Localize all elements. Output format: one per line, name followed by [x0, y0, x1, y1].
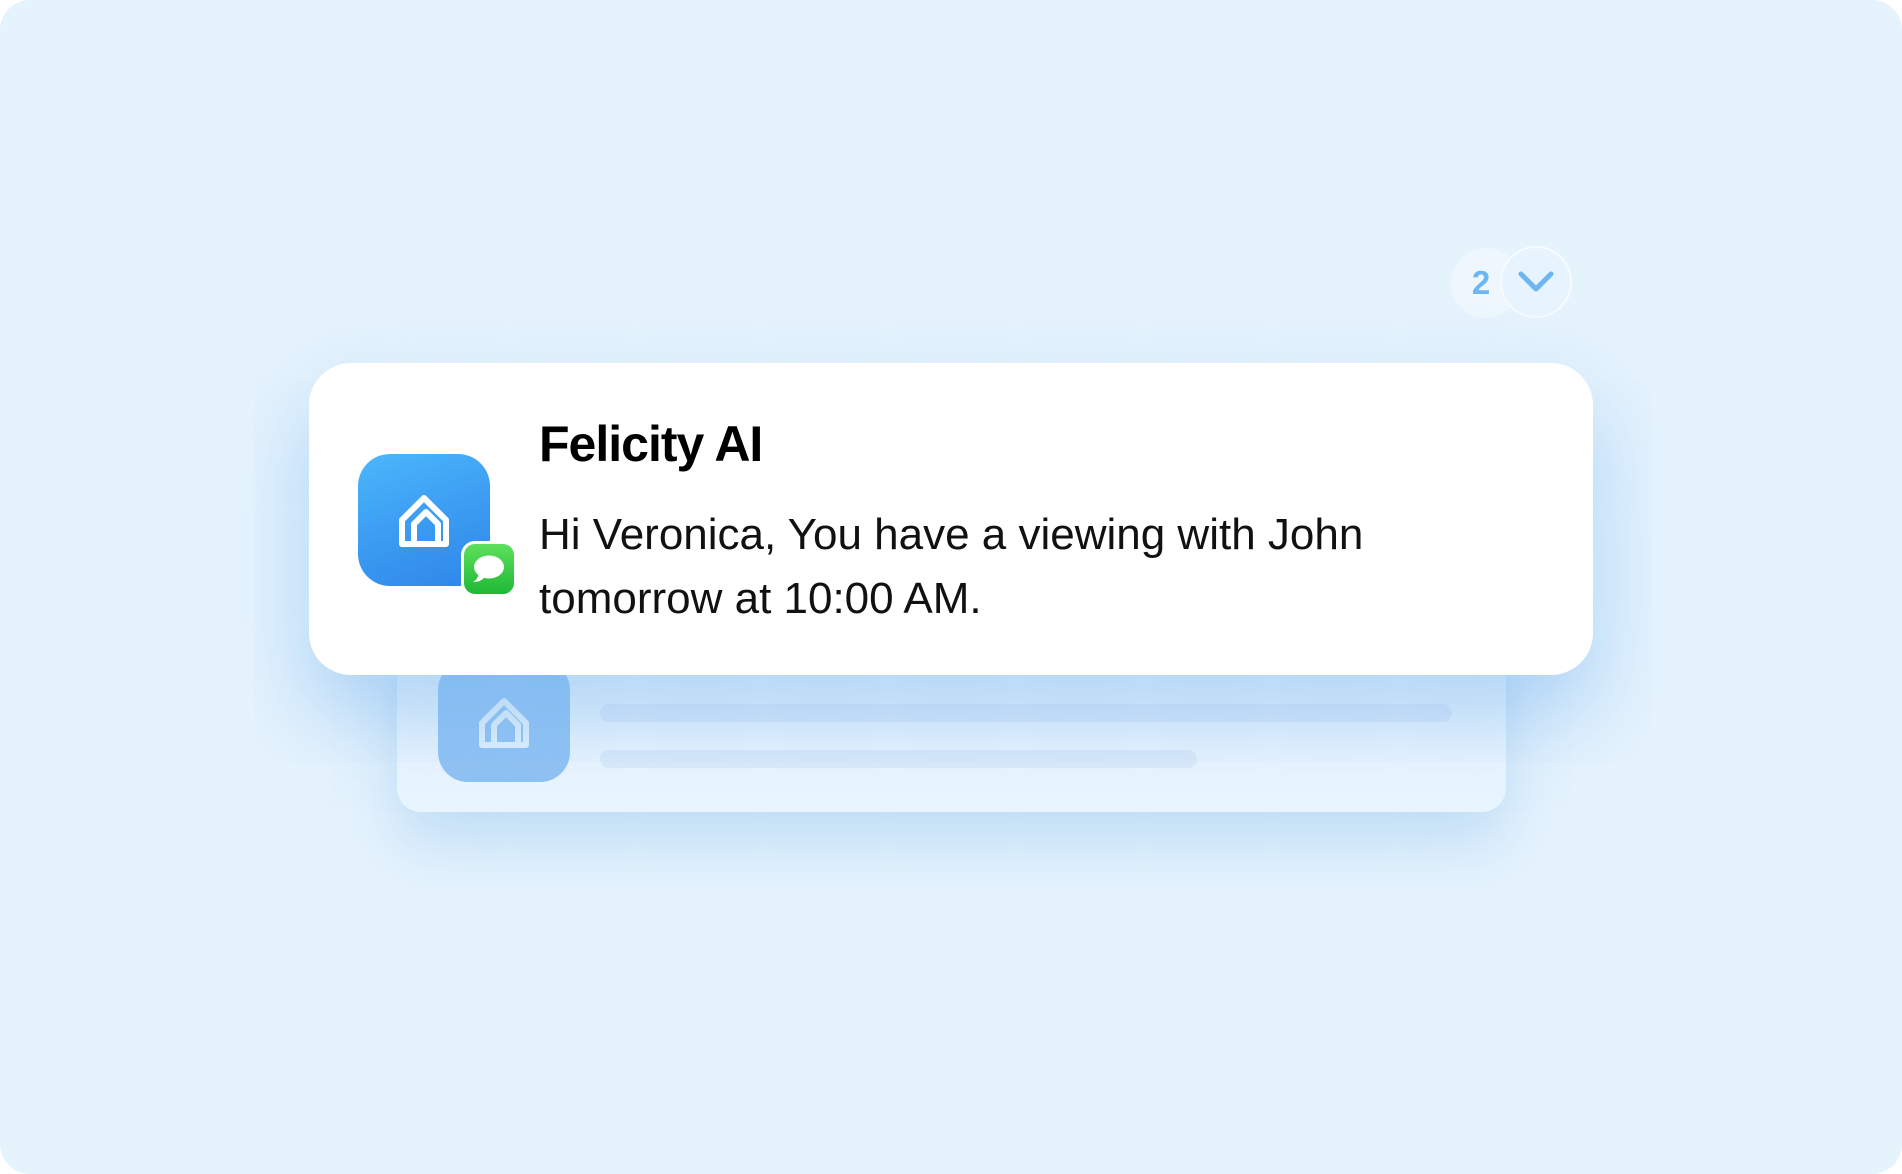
messages-badge: [461, 541, 517, 597]
home-icon: [479, 698, 529, 748]
notification-app-name: Felicity AI: [539, 416, 763, 472]
notification-canvas: 2 Felicity AI Hi Veronica, You have a vi…: [0, 0, 1902, 1174]
notification-count: 2: [1471, 264, 1491, 301]
notification-card[interactable]: Felicity AI Hi Veronica, You have a view…: [309, 363, 1593, 675]
expand-stack-button[interactable]: [1500, 246, 1572, 318]
notification-stack-controls: 2: [1451, 246, 1572, 320]
placeholder-line: [600, 750, 1197, 768]
notification-message: Hi Veronica, You have a viewing with Joh…: [539, 510, 1364, 623]
placeholder-line: [600, 704, 1452, 722]
chevron-down-icon: [1518, 271, 1554, 292]
stacked-app-icon: [438, 660, 570, 782]
home-icon: [399, 495, 449, 547]
messages-icon: [473, 555, 504, 582]
